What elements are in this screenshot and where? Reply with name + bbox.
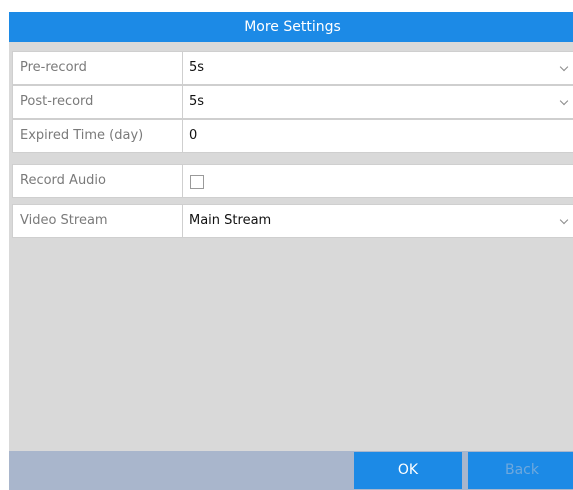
- more-settings-dialog: More Settings Pre-record 5s Post-record …: [9, 12, 573, 490]
- post-record-row: Post-record 5s: [12, 85, 573, 119]
- video-stream-select[interactable]: Main Stream: [183, 205, 573, 237]
- expired-time-label: Expired Time (day): [13, 120, 183, 152]
- expired-time-value: 0: [189, 128, 198, 143]
- pre-record-row: Pre-record 5s: [12, 51, 573, 85]
- record-audio-checkbox[interactable]: [190, 175, 204, 189]
- expired-time-input[interactable]: 0: [183, 120, 573, 152]
- dialog-title: More Settings: [9, 12, 573, 42]
- record-audio-label: Record Audio: [13, 165, 183, 197]
- chevron-down-icon: [559, 215, 569, 225]
- post-record-label: Post-record: [13, 86, 183, 118]
- pre-record-label: Pre-record: [13, 52, 183, 84]
- chevron-down-icon: [559, 62, 569, 72]
- chevron-down-icon: [559, 96, 569, 106]
- pre-record-select[interactable]: 5s: [183, 52, 573, 84]
- record-audio-cell: [183, 165, 573, 197]
- expired-time-row: Expired Time (day) 0: [12, 119, 573, 153]
- video-stream-value: Main Stream: [189, 213, 272, 228]
- video-stream-label: Video Stream: [13, 205, 183, 237]
- video-stream-row: Video Stream Main Stream: [12, 204, 573, 238]
- post-record-select[interactable]: 5s: [183, 86, 573, 118]
- record-audio-row: Record Audio: [12, 164, 573, 198]
- pre-record-value: 5s: [189, 60, 205, 75]
- ok-button[interactable]: OK: [354, 452, 462, 489]
- dialog-footer: OK Back: [9, 451, 573, 490]
- back-button[interactable]: Back: [468, 452, 573, 489]
- post-record-value: 5s: [189, 94, 205, 109]
